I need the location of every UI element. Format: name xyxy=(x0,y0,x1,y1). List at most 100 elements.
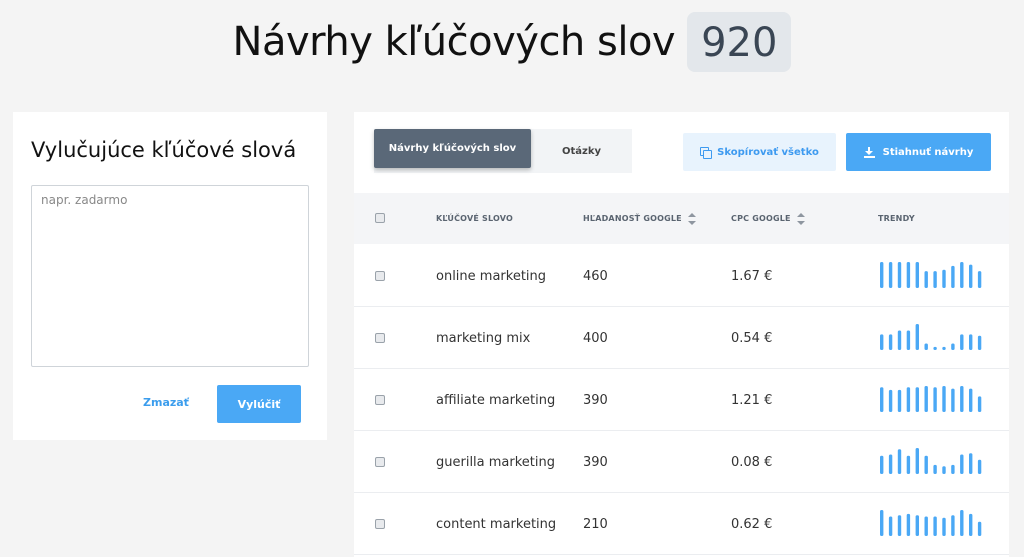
trend-bar xyxy=(977,335,982,350)
trend-bar xyxy=(897,389,902,412)
trend-sparkline xyxy=(878,509,994,537)
trend-bar xyxy=(880,455,884,474)
download-suggestions-button[interactable]: Stiahnuť návrhy xyxy=(846,133,991,171)
trend-bar xyxy=(906,513,911,536)
trend-bar xyxy=(951,343,955,350)
download-icon xyxy=(863,146,875,158)
trend-bar xyxy=(969,264,973,288)
trend-bar xyxy=(969,513,973,536)
trend-bar xyxy=(951,388,955,412)
column-header-keyword-label: KĽÚČOVÉ SLOVO xyxy=(436,214,514,223)
trend-bar xyxy=(942,466,946,474)
trend-bar xyxy=(924,343,928,350)
exclude-button[interactable]: Vylúčiť xyxy=(217,385,301,423)
row-checkbox[interactable] xyxy=(375,395,385,405)
trend-sparkline xyxy=(878,261,994,289)
trend-bar xyxy=(897,449,902,474)
sort-icon[interactable] xyxy=(687,212,696,225)
trend-bar xyxy=(888,454,893,474)
trend-bar xyxy=(897,330,902,350)
copy-all-button[interactable]: Skopírovať všetko xyxy=(683,133,836,171)
tab-bar: Návrhy kľúčových slov Otázky xyxy=(374,129,632,173)
copy-icon xyxy=(700,146,713,159)
column-header-volume[interactable]: HĽADANOSŤ GOOGLE xyxy=(583,193,696,244)
trend-bar xyxy=(969,334,973,350)
trend-bar xyxy=(942,269,946,288)
trend-bar xyxy=(960,454,964,474)
trend-bar xyxy=(951,265,955,288)
keyword-cell[interactable]: affiliate marketing xyxy=(436,369,555,431)
copy-all-label: Skopírovať všetko xyxy=(717,146,819,158)
row-checkbox[interactable] xyxy=(375,271,385,281)
trend-bar xyxy=(880,510,884,536)
page-title: Návrhy kľúčových slov xyxy=(232,19,676,65)
trend-bar xyxy=(880,262,884,288)
trend-bar xyxy=(888,516,893,536)
trend-bar xyxy=(960,262,964,288)
trend-bar xyxy=(906,262,911,288)
table-row: marketing mix 400 0.54 € xyxy=(354,307,1009,369)
trend-bar xyxy=(942,346,946,350)
volume-cell: 390 xyxy=(583,392,608,408)
row-checkbox[interactable] xyxy=(375,333,385,343)
exclude-keywords-title: Vylučujúce kľúčové slová xyxy=(31,138,297,162)
trend-bar xyxy=(915,448,919,474)
column-header-cpc[interactable]: CPC GOOGLE xyxy=(731,193,805,244)
keyword-cell[interactable]: content marketing xyxy=(436,493,556,555)
trend-bar xyxy=(906,387,911,412)
cpc-cell: 0.54 € xyxy=(731,330,773,346)
exclude-keywords-card: Vylučujúce kľúčové slová Zmazať Vylúčiť xyxy=(13,112,327,440)
trend-bar xyxy=(924,271,928,288)
trend-sparkline xyxy=(878,385,994,413)
trend-bar xyxy=(933,464,937,474)
trend-bar xyxy=(977,459,982,474)
tab-keyword-suggestions[interactable]: Návrhy kľúčových slov xyxy=(374,129,531,168)
trend-bar xyxy=(924,516,928,536)
trend-bar xyxy=(951,515,955,536)
table-row: guerilla marketing 390 0.08 € xyxy=(354,431,1009,493)
volume-cell: 210 xyxy=(583,516,608,532)
column-header-trends-label: TRENDY xyxy=(878,214,915,223)
trend-bar xyxy=(960,510,964,536)
trend-bar xyxy=(915,515,919,536)
table-row: content marketing 210 0.62 € xyxy=(354,493,1009,555)
trend-sparkline xyxy=(878,323,994,351)
trend-bar xyxy=(924,455,928,474)
trend-bar xyxy=(933,387,937,412)
trend-bar xyxy=(960,334,964,350)
keyword-cell[interactable]: guerilla marketing xyxy=(436,431,555,493)
column-header-cpc-label: CPC GOOGLE xyxy=(731,214,791,223)
exclude-keywords-input[interactable] xyxy=(31,185,309,367)
trend-bar xyxy=(933,271,937,288)
trend-bar xyxy=(969,453,973,474)
trend-bar xyxy=(960,386,964,412)
keyword-cell[interactable]: marketing mix xyxy=(436,307,530,369)
trend-bar xyxy=(969,388,973,412)
sort-icon[interactable] xyxy=(796,212,805,225)
cpc-cell: 1.67 € xyxy=(731,268,773,284)
trend-bar xyxy=(897,262,902,288)
trend-bar xyxy=(897,515,902,536)
select-all-checkbox[interactable] xyxy=(375,213,385,223)
trend-bar xyxy=(977,396,982,412)
keyword-suggestions-panel: Návrhy kľúčových slov Otázky Skopírovať … xyxy=(354,112,1009,557)
row-checkbox[interactable] xyxy=(375,457,385,467)
trend-bar xyxy=(924,386,928,412)
column-header-keyword[interactable]: KĽÚČOVÉ SLOVO xyxy=(436,193,513,244)
keyword-cell[interactable]: online marketing xyxy=(436,245,546,307)
trend-bar xyxy=(915,324,919,350)
trend-bar xyxy=(906,455,911,474)
column-header-trends: TRENDY xyxy=(878,193,915,244)
trend-sparkline xyxy=(878,447,994,475)
cpc-cell: 1.21 € xyxy=(731,392,773,408)
trend-bar xyxy=(888,389,893,412)
trend-bar xyxy=(933,516,937,536)
trend-bar xyxy=(880,334,884,350)
tab-questions[interactable]: Otázky xyxy=(531,129,632,173)
row-checkbox[interactable] xyxy=(375,519,385,529)
clear-button[interactable]: Zmazať xyxy=(143,396,189,409)
table-header: KĽÚČOVÉ SLOVO HĽADANOSŤ GOOGLE CPC GOOGL… xyxy=(354,193,1009,244)
trend-bar xyxy=(880,387,884,412)
trend-bar xyxy=(942,517,946,536)
cpc-cell: 0.62 € xyxy=(731,516,773,532)
